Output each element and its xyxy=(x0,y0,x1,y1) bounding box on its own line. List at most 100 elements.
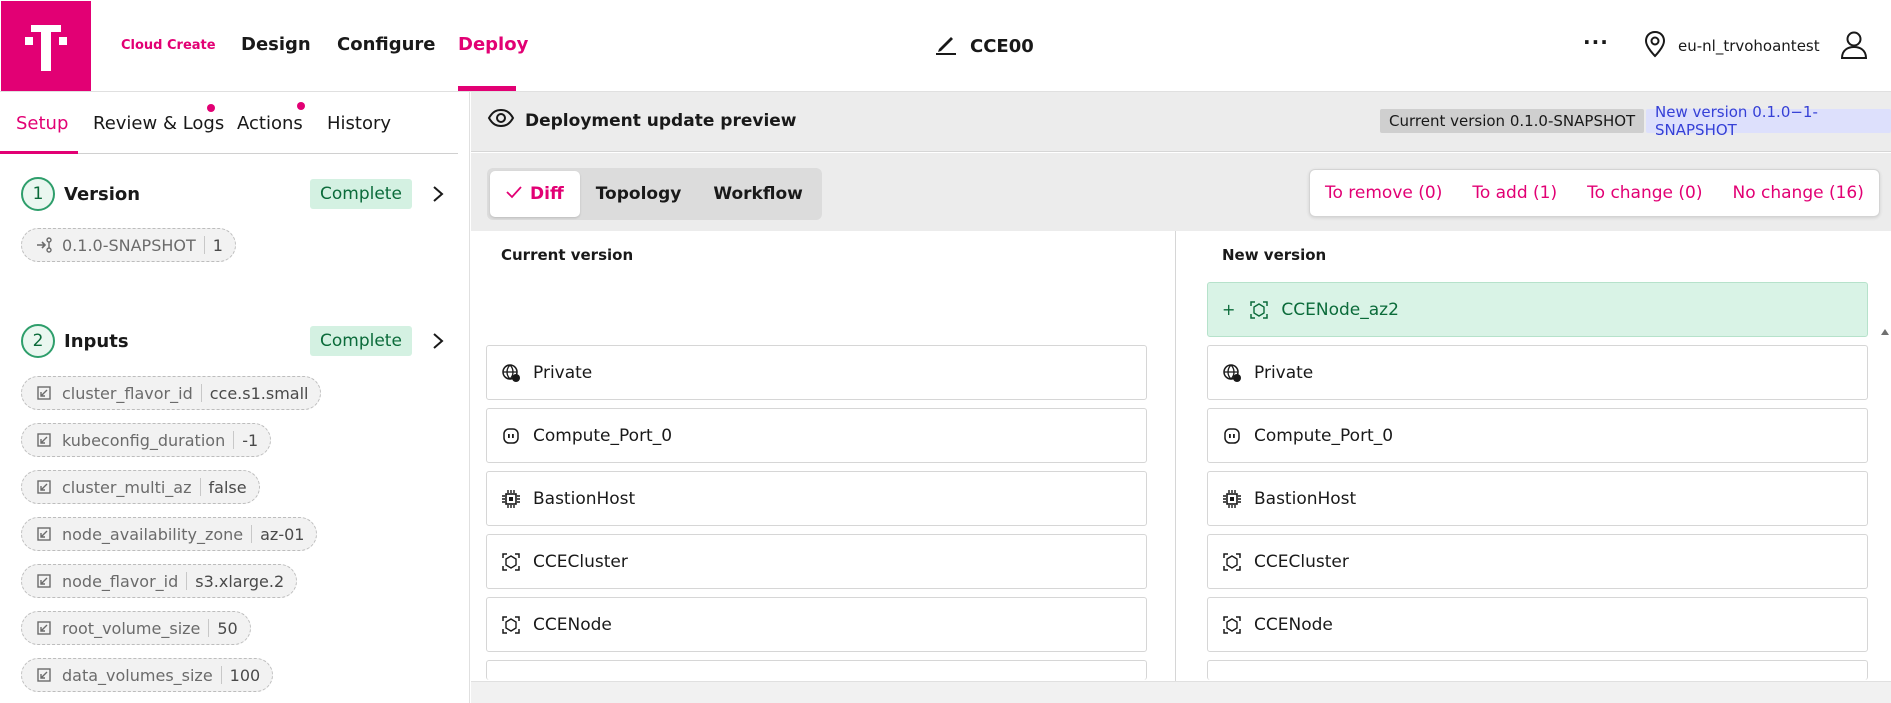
input-name: data_volumes_size xyxy=(62,665,213,685)
resource-card[interactable]: Compute_Port_0 xyxy=(486,408,1147,463)
input-value: false xyxy=(208,477,247,497)
input-name: node_flavor_id xyxy=(62,571,179,591)
resource-card[interactable]: CCECluster xyxy=(1207,534,1868,589)
input-value: cce.s1.small xyxy=(209,383,309,403)
status-badge: Complete xyxy=(310,326,412,356)
preview-header: Deployment update preview Current versio… xyxy=(471,92,1891,152)
tab-topology[interactable]: Topology xyxy=(580,171,698,217)
tab-diff[interactable]: Diff xyxy=(490,171,580,217)
status-badge: Complete xyxy=(310,179,412,209)
filter-to-add[interactable]: To add (1) xyxy=(1457,183,1572,203)
tab-history[interactable]: History xyxy=(327,113,391,134)
input-value: 100 xyxy=(229,665,261,685)
resource-card[interactable]: Private xyxy=(486,345,1147,400)
view-switcher: Diff Topology Workflow xyxy=(487,168,822,220)
input-field-icon xyxy=(36,479,52,495)
input-pill: kubeconfig_duration -1 xyxy=(21,423,272,457)
nav-active-indicator xyxy=(458,86,516,91)
filter-no-change[interactable]: No change (16) xyxy=(1718,183,1879,203)
step-number: 1 xyxy=(21,177,55,211)
input-field-icon xyxy=(36,432,52,448)
step-inputs[interactable]: 2 Inputs xyxy=(21,324,129,358)
input-name: kubeconfig_duration xyxy=(62,430,226,450)
input-field-icon xyxy=(36,385,52,401)
resource-card[interactable] xyxy=(1207,660,1868,680)
telekom-logo[interactable] xyxy=(1,1,91,91)
resource-card[interactable] xyxy=(486,660,1147,680)
resource-card[interactable]: BastionHost xyxy=(1207,471,1868,526)
chip-icon xyxy=(501,489,521,509)
input-pill: node_availability_zone az-01 xyxy=(21,517,318,551)
project-title[interactable]: CCE00 xyxy=(934,32,1034,60)
new-version-header: New version xyxy=(1222,246,1327,264)
filter-to-remove[interactable]: To remove (0) xyxy=(1310,183,1457,203)
input-name: root_volume_size xyxy=(62,618,201,638)
cluster-icon xyxy=(501,552,521,572)
region-selector[interactable]: eu-nl_trvohoantest xyxy=(1644,30,1820,62)
resource-card[interactable]: BastionHost xyxy=(486,471,1147,526)
network-icon xyxy=(1222,363,1242,383)
resource-card[interactable]: CCENode xyxy=(486,597,1147,652)
step-number: 2 xyxy=(21,324,55,358)
user-icon[interactable] xyxy=(1840,30,1868,64)
nav-design[interactable]: Design xyxy=(241,34,311,55)
tab-setup[interactable]: Setup xyxy=(16,113,68,134)
app-header: Cloud Create Design Configure Deploy CCE… xyxy=(0,0,1891,92)
cluster-icon xyxy=(1222,552,1242,572)
deployment-preview: Deployment update preview Current versio… xyxy=(471,92,1891,703)
input-field-icon xyxy=(36,620,52,636)
input-pill: data_volumes_size 100 xyxy=(21,658,274,692)
horizontal-scrollbar[interactable] xyxy=(471,681,1891,703)
diff-filters: To remove (0) To add (1) To change (0) N… xyxy=(1309,169,1880,217)
input-field-icon xyxy=(36,573,52,589)
added-resource-card[interactable]: + CCENode_az2 xyxy=(1207,282,1868,337)
preview-title: Deployment update preview xyxy=(525,110,797,131)
chevron-right-icon[interactable] xyxy=(431,332,445,354)
network-icon xyxy=(501,363,521,383)
left-tabs: Setup Review & Logs Actions History xyxy=(0,92,458,154)
input-pill: cluster_flavor_id cce.s1.small xyxy=(21,376,322,410)
step-version[interactable]: 1 Version xyxy=(21,177,140,211)
step-label: Inputs xyxy=(64,330,129,352)
scroll-up-arrow-icon[interactable] xyxy=(1881,329,1889,335)
filter-to-change[interactable]: To change (0) xyxy=(1572,183,1717,203)
current-version-header: Current version xyxy=(501,246,634,264)
cluster-icon xyxy=(1222,615,1242,635)
nav-deploy[interactable]: Deploy xyxy=(458,34,528,55)
project-name: CCE00 xyxy=(970,35,1034,57)
diff-columns: Current version New version Private Comp… xyxy=(471,231,1891,681)
input-value: -1 xyxy=(242,430,259,450)
input-name: cluster_multi_az xyxy=(62,477,192,497)
nav-configure[interactable]: Configure xyxy=(337,34,436,55)
eye-icon xyxy=(487,108,515,133)
resource-card[interactable]: Private xyxy=(1207,345,1868,400)
setup-panel: Setup Review & Logs Actions History 1 Ve… xyxy=(0,92,470,703)
tab-workflow[interactable]: Workflow xyxy=(697,171,819,217)
added-marker: + xyxy=(1222,300,1236,319)
location-pin-icon xyxy=(1644,30,1666,62)
resource-card[interactable]: CCECluster xyxy=(486,534,1147,589)
input-pill: root_volume_size 50 xyxy=(21,611,251,645)
port-icon xyxy=(501,426,521,446)
region-name: eu-nl_trvohoantest xyxy=(1678,37,1820,55)
more-options-icon[interactable]: ··· xyxy=(1583,30,1609,54)
resource-card[interactable]: Compute_Port_0 xyxy=(1207,408,1868,463)
chevron-right-icon[interactable] xyxy=(431,185,445,207)
version-name: 0.1.0-SNAPSHOT xyxy=(62,235,196,255)
input-pill: cluster_multi_az false xyxy=(21,470,260,504)
resource-card[interactable]: CCENode xyxy=(1207,597,1868,652)
tab-review-logs[interactable]: Review & Logs xyxy=(93,113,224,134)
current-version-badge: Current version 0.1.0-SNAPSHOT xyxy=(1380,109,1645,133)
input-field-icon xyxy=(36,667,52,683)
chip-icon xyxy=(1222,489,1242,509)
review-notification-dot xyxy=(207,104,215,112)
input-value: az-01 xyxy=(260,524,305,544)
input-value: 50 xyxy=(217,618,238,638)
version-pill: 0.1.0-SNAPSHOT 1 xyxy=(21,228,236,262)
input-field-icon xyxy=(36,526,52,542)
tab-actions[interactable]: Actions xyxy=(237,113,303,134)
new-version-badge: New version 0.1.0−1-SNAPSHOT xyxy=(1646,103,1891,139)
pencil-icon[interactable] xyxy=(934,32,958,60)
branch-icon xyxy=(36,237,52,253)
input-pill: node_flavor_id s3.xlarge.2 xyxy=(21,564,298,598)
